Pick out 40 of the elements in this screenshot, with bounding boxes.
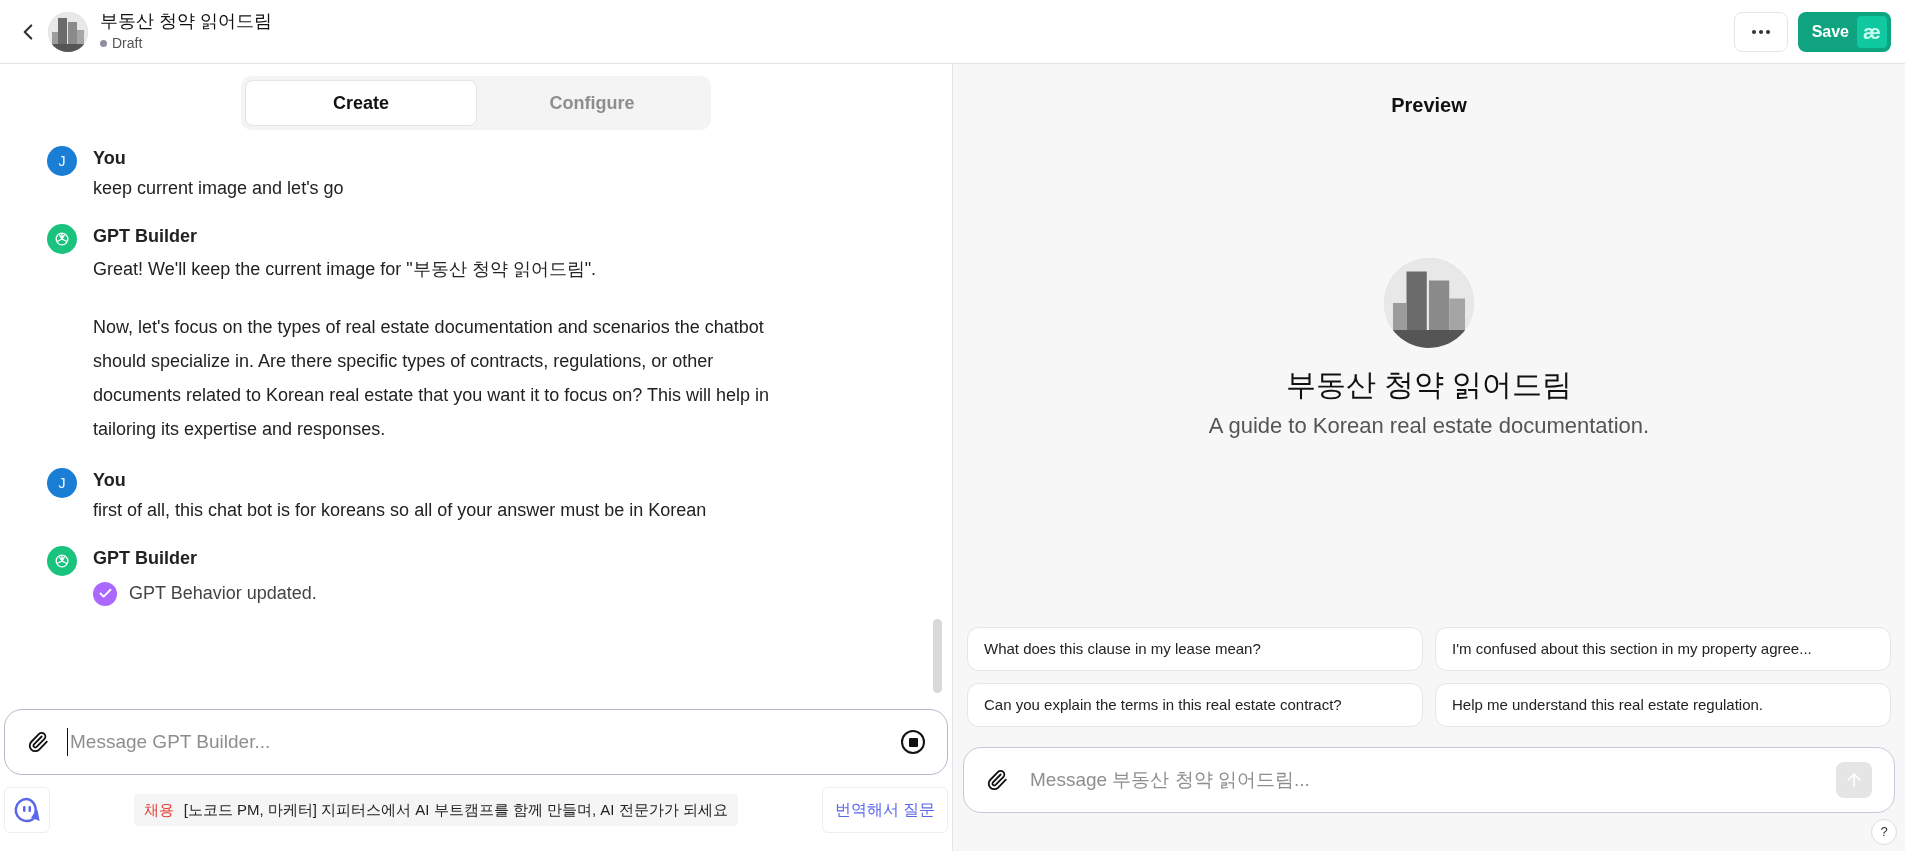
assistant-logo-icon <box>47 224 77 254</box>
help-button[interactable]: ? <box>1871 819 1897 845</box>
ad-banner[interactable]: 채용 [노코드 PM, 마케터] 지피터스에서 AI 부트캠프를 함께 만들며, AI 전문가가 되세요 <box>133 794 738 826</box>
user-avatar: J <box>47 146 77 176</box>
gpt-name: 부동산 청약 읽어드림 <box>1285 367 1573 403</box>
draft-status: Draft <box>112 34 143 53</box>
extension-badge: æ <box>1857 15 1887 48</box>
suggestion-chip[interactable]: Help me understand this real estate regulation. <box>1435 683 1891 727</box>
suggestion-chip[interactable]: What does this clause in my lease mean? <box>967 627 1423 671</box>
gpt-avatar-image <box>48 11 88 52</box>
preview-composer[interactable]: Message 부동산 청약 읽어드림... <box>963 747 1895 813</box>
sender-name: You <box>93 147 127 170</box>
gpt-description: A guide to Korean real estate documentation. <box>1208 412 1650 440</box>
suggestion-chip[interactable]: I'm confused about this section in my property agree... <box>1435 627 1891 671</box>
message-input[interactable]: Message GPT Builder... <box>67 727 883 757</box>
sender-name: GPT Builder <box>93 225 198 248</box>
user-avatar: J <box>47 468 77 498</box>
bot-icon[interactable] <box>4 787 50 833</box>
message-composer[interactable]: Message GPT Builder... <box>4 709 948 775</box>
attach-icon[interactable] <box>27 731 49 753</box>
ad-text: [노코드 PM, 마케터] 지피터스에서 AI 부트캠프를 함께 만들며, AI 전문가가 되세요 <box>183 799 728 820</box>
sender-name: GPT Builder <box>93 547 198 570</box>
check-icon <box>93 581 117 606</box>
attach-icon[interactable] <box>986 769 1008 791</box>
dots-icon <box>1751 29 1770 34</box>
message-text: keep current image and let's go <box>93 177 344 200</box>
assistant-logo-icon <box>47 546 77 576</box>
translate-button[interactable]: 번역해서 질문 <box>821 787 948 833</box>
preview-title: Preview <box>1390 93 1468 118</box>
suggestion-chip[interactable]: Can you explain the terms in this real estate contract? <box>967 683 1423 727</box>
ad-tag: 채용 <box>143 798 174 822</box>
message-text: Now, let's focus on the types of real estate documentation and scenarios the chatbot should specialize in. Are there specific types of contracts, regulations, or other documents related to Korean real estate that you want it to focus on? This will help in tailoring its expertise and responses. <box>93 316 771 441</box>
gpt-title: 부동산 청약 읽어드림 <box>100 10 272 33</box>
sender-name: You <box>93 469 127 492</box>
mode-tab[interactable]: Create <box>245 80 477 126</box>
stop-icon[interactable] <box>901 730 925 754</box>
status-text: GPT Behavior updated. <box>129 582 317 605</box>
message-text: Great! We'll keep the current image for "부동산 청약 읽어드림". <box>93 258 598 281</box>
message-text: first of all, this chat bot is for koreans so all of your answer must be in Korean <box>93 499 707 522</box>
scrollbar-thumb[interactable] <box>933 619 942 693</box>
